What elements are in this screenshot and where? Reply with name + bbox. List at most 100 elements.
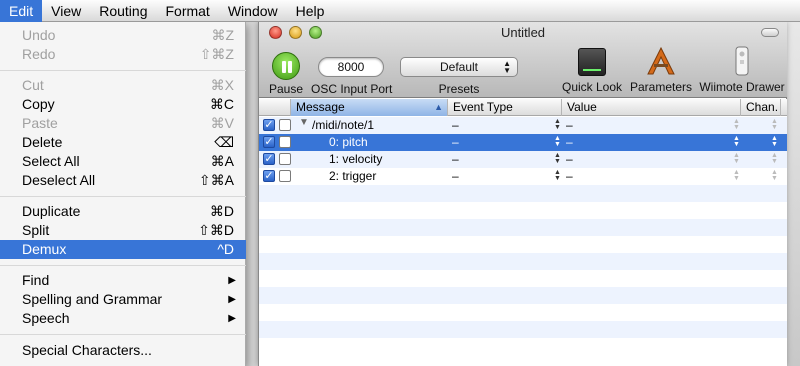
header-value[interactable]: Value xyxy=(562,99,741,116)
demux-shortcut: ^D xyxy=(217,241,234,257)
table-row[interactable]: ✓ ▼/midi/note/1– ▲ ▼ – ▲ ▼ ▲ ▼ xyxy=(259,117,787,134)
value-stepper-icon[interactable]: ▲ ▼ xyxy=(733,118,740,131)
menu-window[interactable]: Window xyxy=(219,0,287,22)
output-checkbox[interactable] xyxy=(279,136,291,148)
empty-table-row xyxy=(259,287,787,304)
value-cell[interactable]: – xyxy=(566,168,573,185)
value-stepper-icon[interactable]: ▲ ▼ xyxy=(733,169,740,182)
menu-item-spelling-grammar[interactable]: Spelling and Grammar ▶ xyxy=(0,290,246,309)
menu-item-select-all[interactable]: Select All ⌘A xyxy=(0,152,246,171)
empty-table-row xyxy=(259,253,787,270)
value-stepper-icon[interactable]: ▲ ▼ xyxy=(733,152,740,165)
header-channel[interactable]: Chan. xyxy=(741,99,781,116)
channel-stepper-icon[interactable]: ▲ ▼ xyxy=(771,169,778,182)
delete-label: Delete xyxy=(22,134,63,150)
menu-item-undo[interactable]: Undo ⌘Z xyxy=(0,26,246,45)
table-row[interactable]: ✓ 1: velocity – ▲ ▼ – ▲ ▼ ▲ ▼ xyxy=(259,151,787,168)
value-cell[interactable]: – xyxy=(566,134,573,151)
table-header: Message ▲ Event Type Value Chan. xyxy=(259,99,787,116)
header-message[interactable]: Message ▲ xyxy=(291,99,448,116)
menu-item-find[interactable]: Find ▶ xyxy=(0,271,246,290)
table-row[interactable]: ✓ 0: pitch – ▲ ▼ – ▲ ▼ ▲ ▼ xyxy=(259,134,787,151)
message-cell: /midi/note/1 xyxy=(312,118,375,132)
parameters-icon[interactable] xyxy=(646,46,676,76)
header-message-label: Message xyxy=(296,100,345,114)
quick-look-tool[interactable]: Quick Look xyxy=(561,48,623,94)
copy-label: Copy xyxy=(22,96,55,112)
edit-menu: Undo ⌘Z Redo ⇧⌘Z Cut ⌘X Copy ⌘C Paste ⌘V Dele… xyxy=(0,22,246,366)
window-title: Untitled xyxy=(500,25,546,40)
menu-item-split[interactable]: Split ⇧⌘D xyxy=(0,221,246,240)
output-checkbox[interactable] xyxy=(279,170,291,182)
enabled-checkbox[interactable]: ✓ xyxy=(263,119,275,131)
event-type-cell[interactable]: – xyxy=(452,117,459,134)
message-cell: 2: trigger xyxy=(329,169,377,183)
osc-port-input[interactable]: 8000 xyxy=(318,57,384,77)
header-event-type[interactable]: Event Type xyxy=(448,99,562,116)
empty-table-row xyxy=(259,270,787,287)
value-stepper-icon[interactable]: ▲ ▼ xyxy=(733,135,740,148)
menu-item-special-characters[interactable]: Special Characters... xyxy=(0,341,246,360)
event-type-stepper-icon[interactable]: ▲ ▼ xyxy=(554,152,561,165)
menu-item-delete[interactable]: Delete ⌫ xyxy=(0,133,246,152)
presets-tool: Default ▲ ▼ Presets xyxy=(399,52,519,96)
empty-table-row xyxy=(259,185,787,202)
enabled-checkbox[interactable]: ✓ xyxy=(263,170,275,182)
event-type-cell[interactable]: – xyxy=(452,168,459,185)
menu-item-deselect-all[interactable]: Deselect All ⇧⌘A xyxy=(0,171,246,190)
output-checkbox[interactable] xyxy=(279,153,291,165)
channel-stepper-icon[interactable]: ▲ ▼ xyxy=(771,118,778,131)
presets-label: Presets xyxy=(438,82,480,96)
enabled-checkbox[interactable]: ✓ xyxy=(263,153,275,165)
menu-separator xyxy=(0,70,246,71)
menu-format[interactable]: Format xyxy=(156,0,218,22)
presets-popup[interactable]: Default ▲ ▼ xyxy=(400,57,518,77)
undo-label: Undo xyxy=(22,27,56,43)
menu-item-copy[interactable]: Copy ⌘C xyxy=(0,95,246,114)
cut-label: Cut xyxy=(22,77,44,93)
menu-item-demux[interactable]: Demux ^D xyxy=(0,240,246,259)
header-checkbox-col xyxy=(259,99,291,116)
menu-view[interactable]: View xyxy=(42,0,90,22)
menu-item-cut[interactable]: Cut ⌘X xyxy=(0,76,246,95)
output-checkbox[interactable] xyxy=(279,119,291,131)
table-row[interactable]: ✓ 2: trigger – ▲ ▼ – ▲ ▼ ▲ ▼ xyxy=(259,168,787,185)
value-cell[interactable]: – xyxy=(566,117,573,134)
duplicate-shortcut: ⌘D xyxy=(209,203,234,219)
menu-item-redo[interactable]: Redo ⇧⌘Z xyxy=(0,45,246,64)
toolbar-toggle-button[interactable] xyxy=(761,28,779,37)
quick-look-icon[interactable] xyxy=(578,48,606,76)
parameters-tool[interactable]: Parameters xyxy=(629,46,693,94)
disclosure-triangle-icon[interactable]: ▼ xyxy=(299,117,309,128)
message-cell: 0: pitch xyxy=(329,135,368,149)
wiimote-drawer-tool[interactable]: Wiimote Drawer xyxy=(697,46,787,94)
wiimote-icon[interactable] xyxy=(727,46,757,76)
speech-label: Speech xyxy=(22,310,70,326)
event-type-stepper-icon[interactable]: ▲ ▼ xyxy=(554,118,561,131)
menu-help[interactable]: Help xyxy=(287,0,334,22)
empty-table-row xyxy=(259,321,787,338)
pause-tool[interactable]: Pause xyxy=(267,52,305,96)
event-type-cell[interactable]: – xyxy=(452,151,459,168)
paste-shortcut: ⌘V xyxy=(210,115,234,131)
menu-routing[interactable]: Routing xyxy=(90,0,156,22)
value-cell[interactable]: – xyxy=(566,151,573,168)
pause-icon[interactable] xyxy=(272,52,300,80)
channel-stepper-icon[interactable]: ▲ ▼ xyxy=(771,152,778,165)
title-bar: Untitled Pause 8000 OSC Input Port Defau… xyxy=(259,22,787,98)
event-type-cell[interactable]: – xyxy=(452,134,459,151)
wiimote-label: Wiimote Drawer xyxy=(699,80,785,94)
deselect-all-label: Deselect All xyxy=(22,172,96,188)
menu-item-speech[interactable]: Speech ▶ xyxy=(0,309,246,328)
menu-item-duplicate[interactable]: Duplicate ⌘D xyxy=(0,202,246,221)
find-label: Find xyxy=(22,272,50,288)
event-type-stepper-icon[interactable]: ▲ ▼ xyxy=(554,135,561,148)
menu-separator xyxy=(0,334,246,335)
event-type-stepper-icon[interactable]: ▲ ▼ xyxy=(554,169,561,182)
menu-edit[interactable]: Edit xyxy=(0,0,43,22)
menu-item-paste[interactable]: Paste ⌘V xyxy=(0,114,246,133)
special-characters-label: Special Characters... xyxy=(22,342,152,358)
channel-stepper-icon[interactable]: ▲ ▼ xyxy=(771,135,778,148)
enabled-checkbox[interactable]: ✓ xyxy=(263,136,275,148)
copy-shortcut: ⌘C xyxy=(209,96,234,112)
